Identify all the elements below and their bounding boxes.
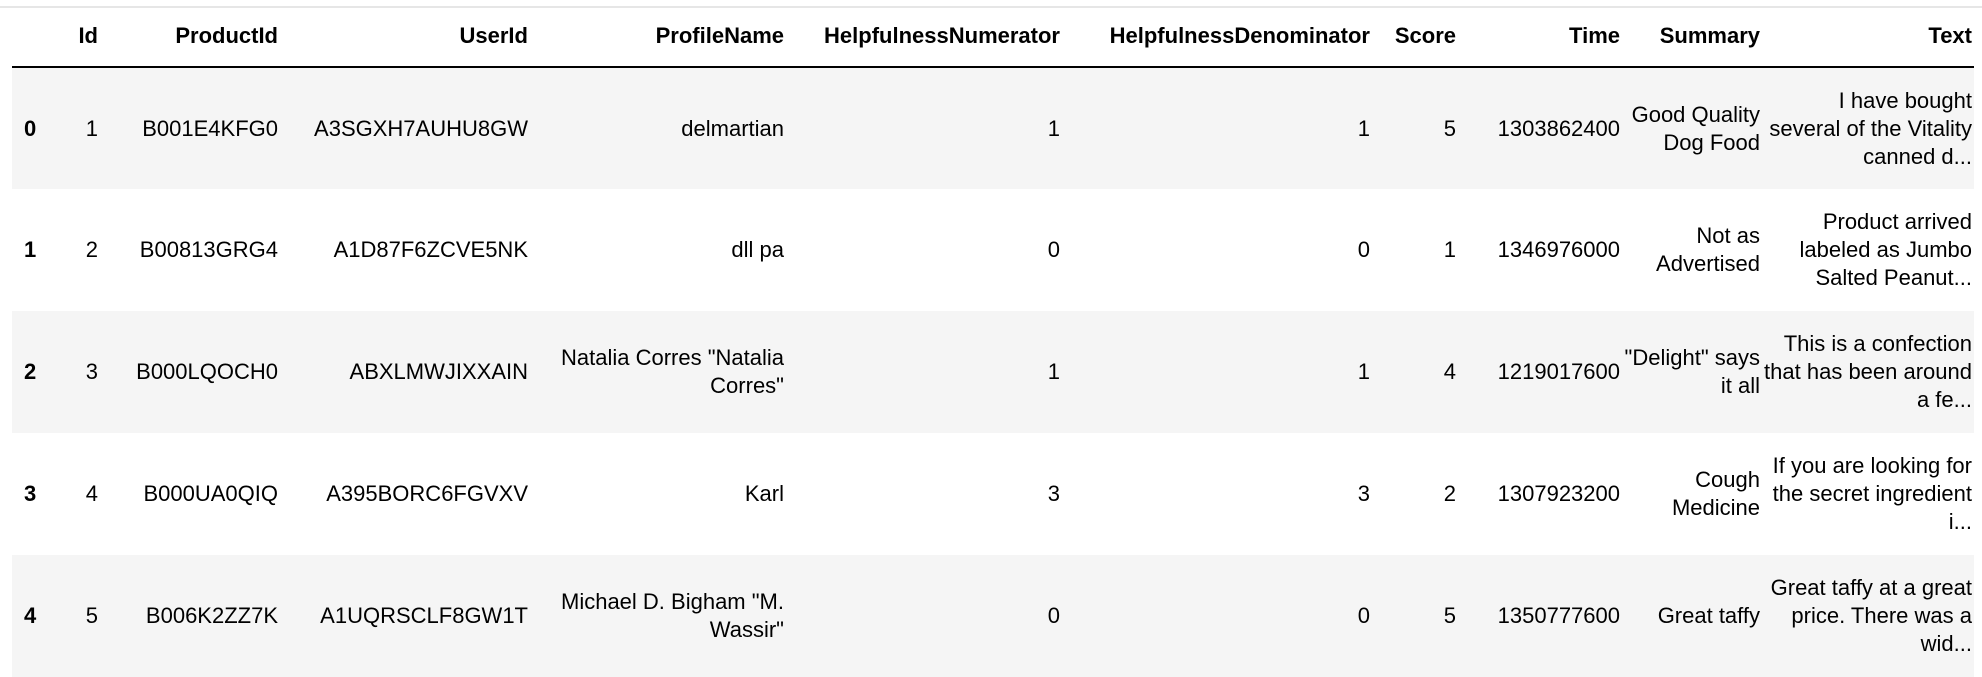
cell-helpfulness-denominator: 0 <box>1357 603 1370 628</box>
cell-helpfulness-numerator: 0 <box>1047 603 1060 628</box>
cell-helpfulness-denominator: 1 <box>1357 115 1370 141</box>
cell-profilename: dll pa <box>731 237 784 262</box>
table-row: 4 5 B006K2ZZ7K A1UQRSCLF8GW1T Michael D.… <box>12 555 1974 677</box>
header-text: Text <box>1762 6 1974 68</box>
table-row: 2 3 B000LQOCH0 ABXLMWJIXXAIN Natalia Cor… <box>12 311 1974 433</box>
header-summary: Summary <box>1622 6 1762 68</box>
cell-helpfulness-numerator: 1 <box>1047 359 1060 384</box>
cell-helpfulness-denominator: 1 <box>1357 359 1370 384</box>
cell-profilename: Karl <box>744 481 784 506</box>
cell-text: If you are looking for the secret ingred… <box>1772 453 1972 534</box>
cell-profilename: Natalia Corres "Natalia Corres" <box>560 345 784 398</box>
cell-helpfulness-denominator: 3 <box>1357 481 1370 506</box>
cell-text: Great taffy at a great price. There was … <box>1770 575 1972 656</box>
header-id: Id <box>52 6 100 68</box>
cell-userid: ABXLMWJIXXAIN <box>349 359 528 384</box>
cell-score: 5 <box>1443 115 1456 141</box>
cell-summary: Cough Medicine <box>1671 467 1760 520</box>
row-index: 4 <box>24 603 37 628</box>
cell-helpfulness-numerator: 3 <box>1047 481 1060 506</box>
header-row: Id ProductId UserId ProfileName Helpfuln… <box>12 6 1974 68</box>
cell-helpfulness-denominator: 0 <box>1357 237 1370 262</box>
cell-productid: B00813GRG4 <box>139 237 278 262</box>
cell-id: 3 <box>85 359 98 384</box>
cell-summary: "Delight" says it all <box>1624 345 1760 398</box>
cell-time: 1350777600 <box>1497 603 1620 628</box>
cell-text: I have bought several of the Vitality ca… <box>1769 87 1972 169</box>
dataframe-table: Id ProductId UserId ProfileName Helpfuln… <box>12 6 1974 677</box>
cell-userid: A1D87F6ZCVE5NK <box>333 237 528 262</box>
header-profilename: ProfileName <box>530 6 786 68</box>
cell-time: 1219017600 <box>1497 359 1620 384</box>
cell-score: 4 <box>1443 359 1456 384</box>
cell-productid: B000LQOCH0 <box>136 359 278 384</box>
cell-id: 5 <box>85 603 98 628</box>
cell-productid: B001E4KFG0 <box>142 115 278 141</box>
cell-text: Product arrived labeled as Jumbo Salted … <box>1799 209 1972 290</box>
header-productid: ProductId <box>100 6 280 68</box>
cell-profilename: delmartian <box>681 115 784 141</box>
header-helpfulness-denominator: HelpfulnessDenominator <box>1062 6 1372 68</box>
cell-summary: Great taffy <box>1657 603 1760 628</box>
cell-score: 2 <box>1443 481 1456 506</box>
header-helpfulness-numerator: HelpfulnessNumerator <box>786 6 1062 68</box>
row-index: 3 <box>24 481 37 506</box>
cell-userid: A1UQRSCLF8GW1T <box>320 603 528 628</box>
cell-time: 1346976000 <box>1497 237 1620 262</box>
header-time: Time <box>1458 6 1622 68</box>
header-userid: UserId <box>280 6 530 68</box>
cell-productid: B000UA0QIQ <box>143 481 278 506</box>
cell-profilename: Michael D. Bigham "M. Wassir" <box>561 589 784 642</box>
cell-id: 2 <box>85 237 98 262</box>
cell-helpfulness-numerator: 1 <box>1047 115 1060 141</box>
cell-helpfulness-numerator: 0 <box>1047 237 1060 262</box>
cell-summary: Good Quality Dog Food <box>1631 101 1760 155</box>
table-row: 3 4 B000UA0QIQ A395BORC6FGVXV Karl 3 3 2… <box>12 433 1974 555</box>
table-row: 1 2 B00813GRG4 A1D87F6ZCVE5NK dll pa 0 0… <box>12 189 1974 311</box>
row-index: 2 <box>24 359 37 384</box>
cell-id: 1 <box>85 115 98 141</box>
row-index: 1 <box>24 237 37 262</box>
table-row: 0 1 B001E4KFG0 A3SGXH7AUHU8GW delmartian… <box>12 67 1974 189</box>
cell-productid: B006K2ZZ7K <box>145 603 278 628</box>
cell-text: This is a confection that has been aroun… <box>1764 331 1972 412</box>
cell-userid: A3SGXH7AUHU8GW <box>314 115 528 141</box>
cell-score: 5 <box>1443 603 1456 628</box>
cell-time: 1307923200 <box>1497 481 1620 506</box>
row-index: 0 <box>24 115 37 141</box>
dataframe-output: Id ProductId UserId ProfileName Helpfuln… <box>0 6 1982 677</box>
output-top-border <box>0 6 1982 8</box>
header-score: Score <box>1372 6 1458 68</box>
cell-userid: A395BORC6FGVXV <box>326 481 528 506</box>
cell-id: 4 <box>85 481 98 506</box>
cell-summary: Not as Advertised <box>1656 223 1760 276</box>
cell-time: 1303862400 <box>1497 115 1620 141</box>
header-index <box>12 6 52 68</box>
cell-score: 1 <box>1443 237 1456 262</box>
